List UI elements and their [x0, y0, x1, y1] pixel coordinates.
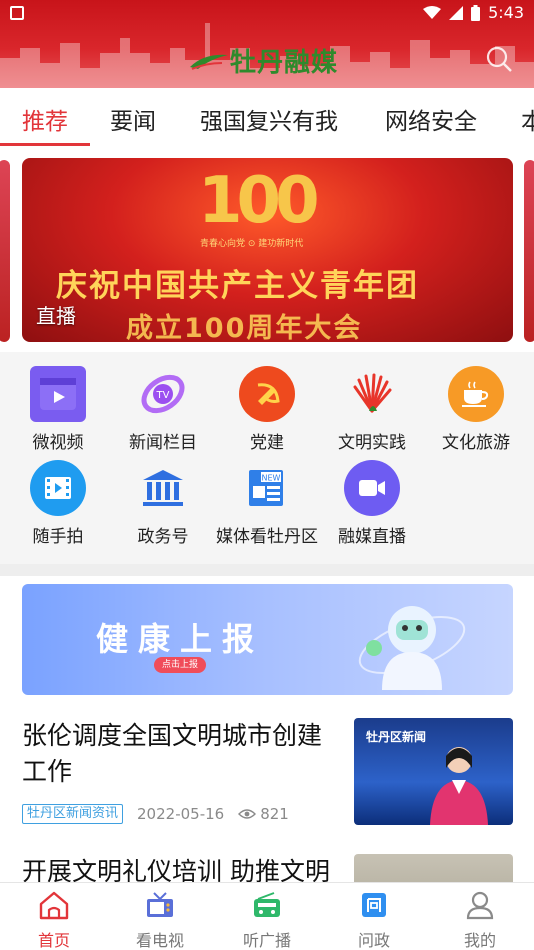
- battery-icon: [471, 4, 481, 21]
- news-thumbnail[interactable]: [354, 854, 513, 882]
- tab-headlines[interactable]: 要闻: [110, 102, 156, 136]
- banner-prev-peek[interactable]: [0, 160, 10, 342]
- coffee-cup-icon: [448, 366, 504, 422]
- shortcut-label: 文化旅游: [442, 433, 510, 453]
- hammer-sickle-icon: [239, 366, 295, 422]
- shortcut-culture-tourism[interactable]: 文化旅游: [421, 366, 531, 453]
- app-logo: 牡丹融媒: [188, 42, 338, 79]
- shortcut-label: 党建: [250, 433, 284, 453]
- shortcut-party-building[interactable]: 党建: [212, 366, 322, 453]
- nav-tv[interactable]: 看电视: [120, 889, 200, 950]
- bottom-navigation: 首页 看电视 听广播 问政 我的: [0, 882, 534, 950]
- shortcut-label: 文明实践: [338, 433, 406, 453]
- news-source-tag: 牡丹区新闻资讯: [22, 804, 124, 824]
- news-view-count: 821: [260, 805, 289, 823]
- nav-inquiry[interactable]: 问政: [334, 889, 414, 950]
- nav-mine[interactable]: 我的: [440, 889, 520, 950]
- section-divider: [0, 564, 534, 576]
- category-tabs: 推荐 要闻 强国复兴有我 网络安全 本: [0, 88, 534, 146]
- shortcut-live-stream[interactable]: 融媒直播: [317, 460, 427, 547]
- shortcut-grid: 微视频 TV 新闻栏目 党建 文明实践 文化旅游 随手拍 政务号 NEW 媒体看…: [0, 352, 534, 564]
- news-views: 821: [238, 805, 289, 823]
- nav-label: 听广播: [242, 931, 291, 950]
- wifi-icon: [423, 5, 442, 19]
- film-icon: [30, 460, 86, 516]
- news-anchor-figure: [430, 747, 488, 825]
- tv-icon: [143, 889, 177, 921]
- fan-leaf-icon: [344, 366, 400, 422]
- status-bar: 5:43: [0, 0, 534, 28]
- news-thumbnail[interactable]: 牡丹区新闻: [354, 718, 513, 825]
- tab-cyber-security[interactable]: 网络安全: [385, 102, 477, 136]
- shortcut-micro-video[interactable]: 微视频: [3, 366, 113, 453]
- search-icon[interactable]: [484, 44, 514, 74]
- tab-recommend[interactable]: 推荐: [22, 102, 68, 136]
- nav-label: 首页: [37, 931, 70, 950]
- nav-radio[interactable]: 听广播: [227, 889, 307, 950]
- home-icon: [37, 889, 71, 921]
- brushstroke-logo-icon: [190, 54, 228, 70]
- banner-headline: 庆祝中国共产主义青年团: [56, 268, 419, 304]
- news-meta: 牡丹区新闻资讯 2022-05-16 821: [22, 804, 289, 824]
- eye-icon: [238, 809, 257, 819]
- status-time: 5:43: [488, 3, 524, 22]
- signal-icon: [449, 5, 464, 20]
- thumbnail-brand-text: 牡丹区新闻: [366, 730, 427, 744]
- news-item[interactable]: 张伦调度全国文明城市创建工作 牡丹区新闻资讯 2022-05-16 821 牡丹…: [0, 704, 534, 840]
- shortcut-label: 新闻栏目: [129, 433, 197, 453]
- shortcut-snap-shot[interactable]: 随手拍: [3, 460, 113, 547]
- notification-icon: [10, 6, 24, 20]
- shortcut-label: 融媒直播: [338, 527, 406, 547]
- video-clip-icon: [30, 366, 86, 422]
- nav-label: 问政: [357, 931, 390, 950]
- banner-subheadline: 成立100周年大会: [126, 313, 363, 342]
- news-date: 2022-05-16: [137, 805, 225, 823]
- banner-next-peek[interactable]: [524, 160, 534, 342]
- news-title[interactable]: 开展文明礼仪培训 助推文明: [22, 854, 342, 882]
- shortcut-government-accounts[interactable]: 政务号: [108, 460, 218, 547]
- banner-number: 100: [198, 164, 320, 238]
- health-report-banner[interactable]: 健康上报 点击上报: [22, 584, 513, 695]
- user-icon: [463, 889, 497, 921]
- shortcut-label: 政务号: [137, 527, 189, 547]
- svg-text:TV: TV: [156, 390, 170, 401]
- tab-rejuvenation[interactable]: 强国复兴有我: [200, 102, 338, 136]
- news-title[interactable]: 张伦调度全国文明城市创建工作: [22, 718, 342, 790]
- radio-icon: [250, 889, 284, 921]
- report-button[interactable]: 点击上报: [154, 657, 206, 673]
- banner-slide[interactable]: 100 青春心向党 ⊙ 建功新时代 庆祝中国共产主义青年团 成立100周年大会 …: [22, 158, 513, 342]
- svg-text:NEW: NEW: [262, 474, 281, 483]
- nav-label: 看电视: [135, 931, 184, 950]
- inquiry-icon: [357, 889, 391, 921]
- shortcut-civilization-practice[interactable]: 文明实践: [317, 366, 427, 453]
- newspaper-icon: NEW: [239, 460, 295, 516]
- government-building-icon: [135, 460, 191, 516]
- app-header: 5:43 牡丹融媒: [0, 0, 534, 88]
- health-report-title: 健康上报: [96, 620, 265, 658]
- banner-slogan: 青春心向党 ⊙ 建功新时代: [200, 239, 304, 249]
- app-logo-text: 牡丹融媒: [230, 48, 339, 78]
- news-item[interactable]: 开展文明礼仪培训 助推文明: [0, 844, 534, 882]
- banner-carousel[interactable]: 100 青春心向党 ⊙ 建功新时代 庆祝中国共产主义青年团 成立100周年大会 …: [0, 146, 534, 352]
- medical-worker-illustration: [358, 606, 466, 690]
- banner-caption: 直播: [36, 304, 76, 328]
- nav-label: 我的: [463, 931, 496, 950]
- shortcut-label: 微视频: [32, 433, 84, 453]
- tab-local[interactable]: 本: [521, 102, 534, 136]
- tv-column-icon: TV: [135, 366, 191, 422]
- live-camera-icon: [344, 460, 400, 516]
- nav-home[interactable]: 首页: [14, 889, 94, 950]
- shortcut-label: 媒体看牡丹区: [216, 527, 318, 547]
- shortcut-news-columns[interactable]: TV 新闻栏目: [108, 366, 218, 453]
- shortcut-media-view[interactable]: NEW 媒体看牡丹区: [212, 460, 322, 547]
- shortcut-label: 随手拍: [32, 527, 84, 547]
